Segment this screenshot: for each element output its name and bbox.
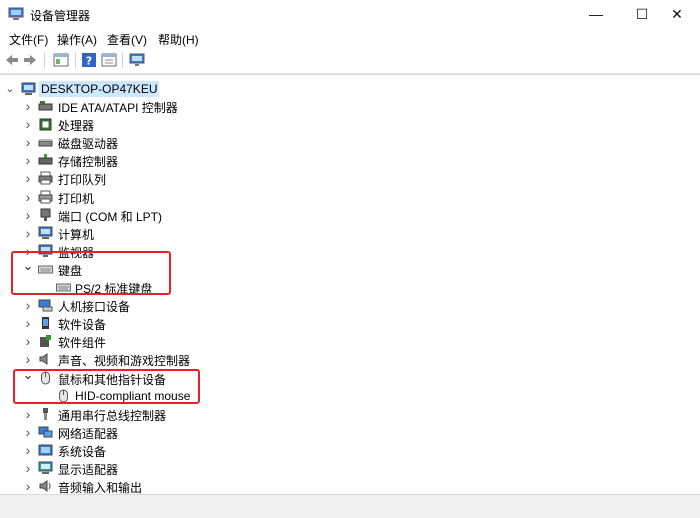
menu-help[interactable]: 帮助(H) — [158, 31, 199, 48]
audio-io-icon — [39, 480, 51, 493]
chevron-right-icon[interactable]: › — [22, 224, 34, 242]
tree-category-item[interactable]: › 存储控制器 — [0, 151, 700, 169]
chevron-right-icon[interactable]: › — [22, 441, 34, 459]
tree-item-label: 打印机 — [58, 191, 95, 206]
sound-icon — [39, 353, 48, 366]
minimize-button[interactable]: — — [573, 0, 619, 28]
menu-bar: 文件(F) 操作(A) 查看(V) 帮助(H) — [0, 28, 700, 48]
device-manager-icon — [8, 7, 24, 20]
chevron-down-icon[interactable]: ⌄ — [4, 80, 16, 98]
forward-arrow-icon[interactable] — [22, 52, 38, 68]
printer-icon — [38, 190, 53, 203]
port-icon — [40, 208, 51, 221]
properties-icon[interactable] — [101, 52, 117, 68]
tree-item-label: 通用串行总线控制器 — [58, 408, 167, 423]
tree-category-item[interactable]: › 系统设备 — [0, 441, 700, 459]
system-device-icon — [38, 444, 53, 456]
tree-category-item[interactable]: › 人机接口设备 — [0, 296, 700, 314]
window-title: 设备管理器 — [30, 9, 91, 23]
software-component-icon — [40, 335, 51, 348]
help-icon[interactable]: ? — [81, 52, 97, 68]
menu-view[interactable]: 查看(V) — [107, 31, 147, 48]
toolbar-separator — [122, 53, 123, 68]
title-bar: 设备管理器 — ☐ ✕ — [0, 0, 700, 28]
chevron-right-icon[interactable]: › — [22, 350, 34, 368]
tree-category-item[interactable]: › 软件设备 — [0, 314, 700, 332]
tree-category-item[interactable]: › 处理器 — [0, 115, 700, 133]
tree-root-label: DESKTOP-OP47KEU — [39, 81, 160, 97]
tree-category-item[interactable]: › 打印机 — [0, 188, 700, 206]
tree-item-label: 软件组件 — [58, 336, 107, 351]
svg-text:?: ? — [86, 55, 92, 68]
tree-item-label: 存储控制器 — [58, 155, 119, 170]
storage-controller-icon — [38, 154, 53, 165]
chevron-right-icon[interactable]: › — [22, 314, 34, 332]
tree-item-label: 人机接口设备 — [58, 300, 131, 315]
highlight-box-mouse — [13, 369, 200, 404]
tree-category-item[interactable]: › 音频输入和输出 — [0, 477, 700, 495]
ide-controller-icon — [38, 101, 53, 111]
close-button[interactable]: ✕ — [654, 0, 700, 28]
software-device-icon — [42, 317, 49, 330]
chevron-right-icon[interactable]: › — [22, 206, 34, 224]
tree-item-label: 打印队列 — [58, 173, 107, 188]
tree-item-label: 处理器 — [58, 119, 95, 134]
tree-category-item[interactable]: › 磁盘驱动器 — [0, 133, 700, 151]
close-icon: ✕ — [671, 6, 683, 22]
chevron-right-icon[interactable]: › — [22, 115, 34, 133]
computer-icon — [38, 226, 53, 239]
menu-file[interactable]: 文件(F) — [9, 31, 48, 48]
tree-root[interactable]: ⌄ DESKTOP-OP47KEU — [0, 80, 700, 98]
tree-category-item[interactable]: › 显示适配器 — [0, 459, 700, 477]
maximize-icon: ☐ — [635, 6, 649, 22]
status-bar — [0, 494, 700, 518]
tree-category-item[interactable]: › 声音、视频和游戏控制器 — [0, 350, 700, 368]
chevron-right-icon[interactable]: › — [22, 151, 34, 169]
tree-category-item[interactable]: › 网络适配器 — [0, 423, 700, 441]
chevron-right-icon[interactable]: › — [22, 296, 34, 314]
display-adapter-icon — [38, 461, 53, 474]
network-adapter-icon — [38, 426, 53, 438]
toolbar: ? — [0, 48, 700, 74]
chevron-right-icon[interactable]: › — [22, 332, 34, 350]
tree-category-item[interactable]: › 端口 (COM 和 LPT) — [0, 206, 700, 224]
toolbar-separator — [44, 53, 45, 68]
tree-category-item[interactable]: › 通用串行总线控制器 — [0, 405, 700, 423]
scan-hardware-icon[interactable] — [129, 52, 145, 68]
minimize-icon: — — [589, 6, 603, 22]
back-arrow-icon[interactable] — [4, 52, 20, 68]
tree-category-item[interactable]: › 软件组件 — [0, 332, 700, 350]
menu-action[interactable]: 操作(A) — [57, 31, 97, 48]
chevron-right-icon[interactable]: › — [22, 459, 34, 477]
tree-item-label: IDE ATA/ATAPI 控制器 — [58, 101, 178, 115]
tree-item-label: 软件设备 — [58, 318, 107, 333]
tree-item-label: 端口 (COM 和 LPT) — [58, 209, 162, 224]
computer-icon — [21, 82, 36, 95]
tree-item-label: 磁盘驱动器 — [58, 137, 119, 152]
disk-drive-icon — [38, 139, 53, 147]
tree-item-label: 网络适配器 — [58, 426, 119, 441]
hid-icon — [38, 299, 53, 312]
tree-category-item[interactable]: › IDE ATA/ATAPI 控制器 — [0, 97, 700, 115]
chevron-right-icon[interactable]: › — [22, 423, 34, 441]
chevron-right-icon[interactable]: › — [22, 133, 34, 151]
chevron-right-icon[interactable]: › — [22, 97, 34, 115]
tree-item-label: 系统设备 — [58, 444, 107, 459]
toolbar-separator — [75, 53, 76, 68]
tree-category-item[interactable]: › 计算机 — [0, 224, 700, 242]
chevron-right-icon[interactable]: › — [22, 188, 34, 206]
tree-item-label: 计算机 — [58, 227, 95, 242]
highlight-box-keyboard — [11, 251, 171, 295]
show-hide-tree-icon[interactable] — [53, 52, 69, 68]
chevron-right-icon[interactable]: › — [22, 405, 34, 423]
print-queue-icon — [38, 171, 53, 185]
tree-item-label: 音频输入和输出 — [58, 481, 143, 495]
tree-item-label: 声音、视频和游戏控制器 — [58, 354, 191, 369]
usb-icon — [43, 407, 48, 420]
chevron-right-icon[interactable]: › — [22, 169, 34, 187]
processor-icon — [39, 118, 52, 131]
chevron-right-icon[interactable]: › — [22, 477, 34, 495]
tree-item-label: 显示适配器 — [58, 463, 119, 477]
tree-category-item[interactable]: › 打印队列 — [0, 169, 700, 187]
